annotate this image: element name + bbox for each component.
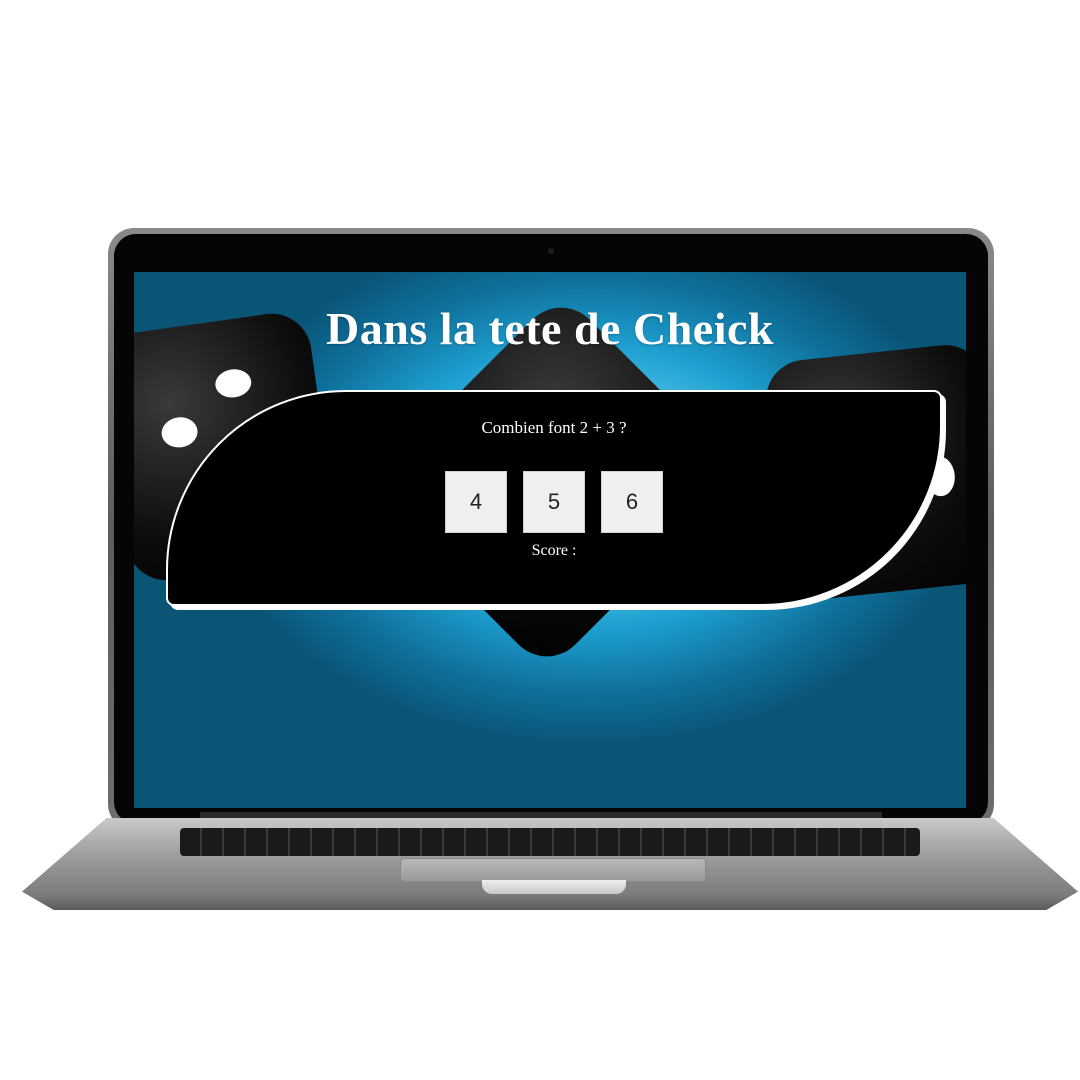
- quiz-panel: Combien font 2 + 3 ? 4 5 6 Score :: [166, 390, 942, 606]
- answer-buttons: 4 5 6: [168, 471, 940, 533]
- app-title: Dans la tete de Cheick: [326, 303, 774, 354]
- score-label: Score :: [531, 542, 577, 559]
- laptop-front-notch: [482, 880, 626, 894]
- answer-button-6[interactable]: 6: [601, 471, 663, 533]
- webcam-icon: [548, 248, 554, 254]
- question-text: Combien font 2 + 3 ?: [481, 418, 627, 437]
- answer-button-4[interactable]: 4: [445, 471, 507, 533]
- laptop-screen: Dans la tete de Cheick Combien font 2 + …: [134, 272, 966, 808]
- answer-button-5[interactable]: 5: [523, 471, 585, 533]
- die-pip: [213, 367, 254, 400]
- laptop-keyboard: [180, 828, 920, 856]
- laptop-trackpad: [400, 858, 706, 882]
